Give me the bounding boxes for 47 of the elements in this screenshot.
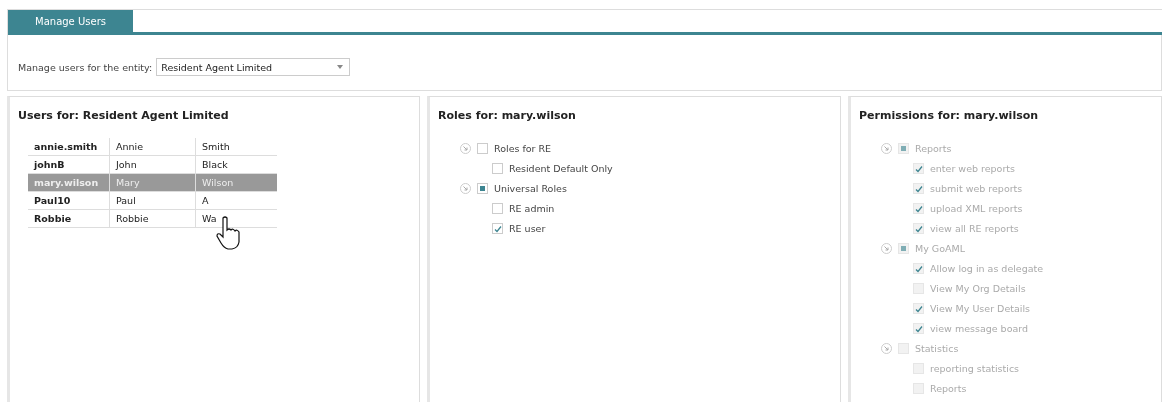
tree-label: enter web reports (930, 162, 1015, 174)
table-cell: Paul10 (28, 191, 110, 210)
checkbox[interactable] (477, 182, 488, 194)
panel-title: Roles for: mary.wilson (438, 109, 577, 122)
checkbox[interactable] (492, 162, 503, 174)
table-cell: Black (195, 155, 277, 174)
tree-label: Reports (930, 382, 967, 394)
tree-label: Reports (915, 142, 952, 154)
tree-label: view message board (930, 322, 1029, 334)
tree-label: My GoAML (915, 242, 965, 254)
checkbox[interactable] (492, 202, 503, 214)
tree-label: View My User Details (930, 302, 1030, 314)
tree-label: View My Org Details (930, 282, 1026, 294)
table-cell: A (195, 191, 277, 210)
collapse-icon[interactable] (460, 142, 471, 154)
table-cell: Robbie (109, 209, 196, 228)
tree-label: reporting statistics (930, 362, 1020, 374)
entity-dropdown[interactable]: Resident Agent Limited (156, 58, 351, 76)
dropdown-caret-icon (337, 65, 344, 69)
tab[interactable]: Manage Users (8, 10, 133, 32)
table-cell: Paul (109, 191, 196, 210)
tree-label: Statistics (915, 342, 959, 354)
tree-label: Universal Roles (494, 182, 567, 194)
table-cell: Annie (109, 138, 196, 156)
tree-label: Resident Default Only (509, 162, 613, 174)
tree-label: Roles for RE (494, 142, 552, 154)
panel-title: Users for: Resident Agent Limited (18, 109, 230, 122)
checkbox[interactable] (477, 142, 488, 154)
user-row[interactable]: annie.smith Annie Smith (28, 138, 277, 156)
user-row[interactable]: Paul10 Paul A (28, 191, 277, 210)
tree-label: Allow log in as delegate (930, 262, 1044, 274)
table-cell: Robbie (28, 209, 110, 228)
table-cell: John (109, 155, 196, 174)
entity-label: Manage users for the entity: (18, 61, 153, 73)
table-cell: Smith (195, 138, 277, 156)
collapse-icon[interactable] (460, 182, 471, 194)
hand-cursor-icon (216, 216, 242, 250)
checkbox[interactable] (492, 222, 503, 234)
table-cell: johnB (28, 155, 110, 174)
panel-title: Permissions for: mary.wilson (859, 109, 1040, 122)
tree-label: upload XML reports (930, 202, 1023, 214)
tree-label: RE user (509, 222, 546, 234)
tree-label: view all RE reports (930, 222, 1019, 234)
user-row[interactable]: johnB John Black (28, 155, 277, 174)
table-cell: annie.smith (28, 138, 110, 156)
tree-label: submit web reports (930, 182, 1023, 194)
tree-label: RE admin (509, 202, 555, 214)
